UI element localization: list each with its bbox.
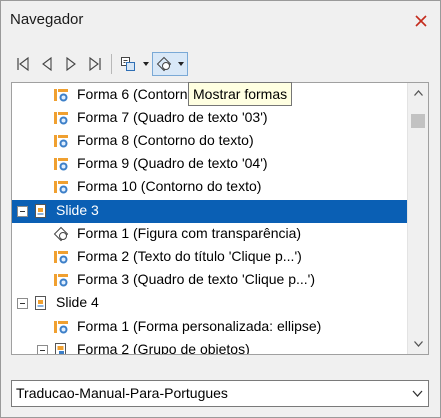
next-slide-button[interactable] — [59, 52, 83, 76]
last-icon — [89, 56, 101, 72]
tree-row[interactable]: Forma 1 (Forma personalizada: ellipse) — [12, 316, 407, 339]
toolbar-separator — [111, 54, 112, 74]
group-icon — [53, 342, 69, 354]
chevron-down-icon — [143, 62, 149, 66]
tree-row[interactable]: Forma 7 (Quadro de texto '03') — [12, 107, 407, 130]
tree-row-label: Forma 8 (Contorno do texto) — [77, 131, 254, 148]
shape-icon — [53, 87, 69, 103]
document-select-dropdown-button[interactable] — [406, 381, 428, 406]
tree-row-label: Forma 7 (Quadro de texto '03') — [77, 108, 268, 125]
document-select-value: Traducao-Manual-Para-Portugues — [16, 385, 228, 401]
chevron-up-icon — [413, 90, 423, 96]
tree-row-label: Forma 3 (Quadro de texto 'Clique p...') — [77, 271, 316, 288]
figure-icon — [53, 226, 69, 242]
shape-icon — [53, 272, 69, 288]
chevron-down-icon — [178, 62, 184, 66]
slide-icon — [33, 295, 49, 311]
collapse-toggle[interactable] — [17, 205, 28, 217]
navigator-window: Navegador Forma 6 (Contorno do texto) Fo… — [0, 0, 441, 418]
scroll-thumb[interactable] — [411, 114, 425, 128]
shape-icon — [53, 319, 69, 335]
shapes-icon — [156, 56, 172, 72]
chevron-down-icon — [413, 341, 423, 347]
shape-icon — [53, 179, 69, 195]
last-slide-button[interactable] — [83, 52, 107, 76]
collapse-toggle[interactable] — [37, 344, 48, 354]
tree-row-label: Forma 10 (Contorno do texto) — [77, 178, 262, 195]
drag-mode-dropdown[interactable] — [140, 52, 152, 76]
tree-row[interactable]: Forma 2 (Grupo de objetos) — [12, 339, 407, 355]
tree-row[interactable]: Forma 8 (Contorno do texto) — [12, 130, 407, 153]
tree-row-label: Forma 1 (Forma personalizada: ellipse) — [77, 317, 322, 334]
close-icon — [415, 15, 427, 27]
collapse-toggle[interactable] — [17, 298, 28, 310]
navigator-tree[interactable]: Forma 6 (Contorno do texto) Forma 7 (Quad… — [11, 82, 429, 355]
shapes-split-button — [152, 52, 188, 76]
shape-icon — [53, 156, 69, 172]
tree-row-label: Forma 2 (Grupo de objetos) — [77, 340, 250, 355]
title-bar: Navegador — [1, 1, 440, 41]
tree-row-label: Forma 2 (Texto do título 'Clique p...') — [77, 247, 302, 264]
document-select[interactable]: Traducao-Manual-Para-Portugues — [11, 380, 429, 407]
navigator-toolbar — [11, 51, 188, 77]
shapes-dropdown[interactable] — [175, 53, 187, 75]
drag-mode-button[interactable] — [116, 52, 140, 76]
first-slide-button[interactable] — [11, 52, 35, 76]
next-icon — [66, 56, 76, 72]
tree-row[interactable]: Slide 4 — [12, 292, 407, 315]
window-title: Navegador — [10, 11, 84, 28]
previous-slide-button[interactable] — [35, 52, 59, 76]
tree-row[interactable]: Forma 1 (Figura com transparência) — [12, 223, 407, 246]
previous-icon — [42, 56, 52, 72]
drag-mode-icon — [121, 57, 135, 71]
first-icon — [17, 56, 29, 72]
vertical-scrollbar[interactable] — [407, 83, 428, 354]
slide-icon — [33, 203, 49, 219]
scroll-up-button[interactable] — [408, 83, 428, 103]
tree-row-label: Slide 4 — [56, 294, 99, 311]
tree-row-label: Forma 9 (Quadro de texto '04') — [77, 155, 268, 172]
tree-row-label: Forma 1 (Figura com transparência) — [77, 224, 302, 241]
tree-row-label: Slide 3 — [56, 201, 99, 218]
tooltip: Mostrar formas — [188, 82, 293, 106]
shape-icon — [53, 133, 69, 149]
tree-row[interactable]: Forma 3 (Quadro de texto 'Clique p...') — [12, 269, 407, 292]
scroll-down-button[interactable] — [408, 334, 428, 354]
tree-row[interactable]: Forma 9 (Quadro de texto '04') — [12, 153, 407, 176]
chevron-down-icon — [412, 390, 422, 397]
shape-icon — [53, 249, 69, 265]
tree-row[interactable]: Slide 3 — [12, 199, 407, 223]
shape-icon — [53, 110, 69, 126]
tree-row[interactable]: Forma 10 (Contorno do texto) — [12, 176, 407, 199]
show-shapes-button[interactable] — [153, 53, 175, 75]
close-button[interactable] — [409, 9, 433, 33]
tree-row[interactable]: Forma 2 (Texto do título 'Clique p...') — [12, 246, 407, 269]
